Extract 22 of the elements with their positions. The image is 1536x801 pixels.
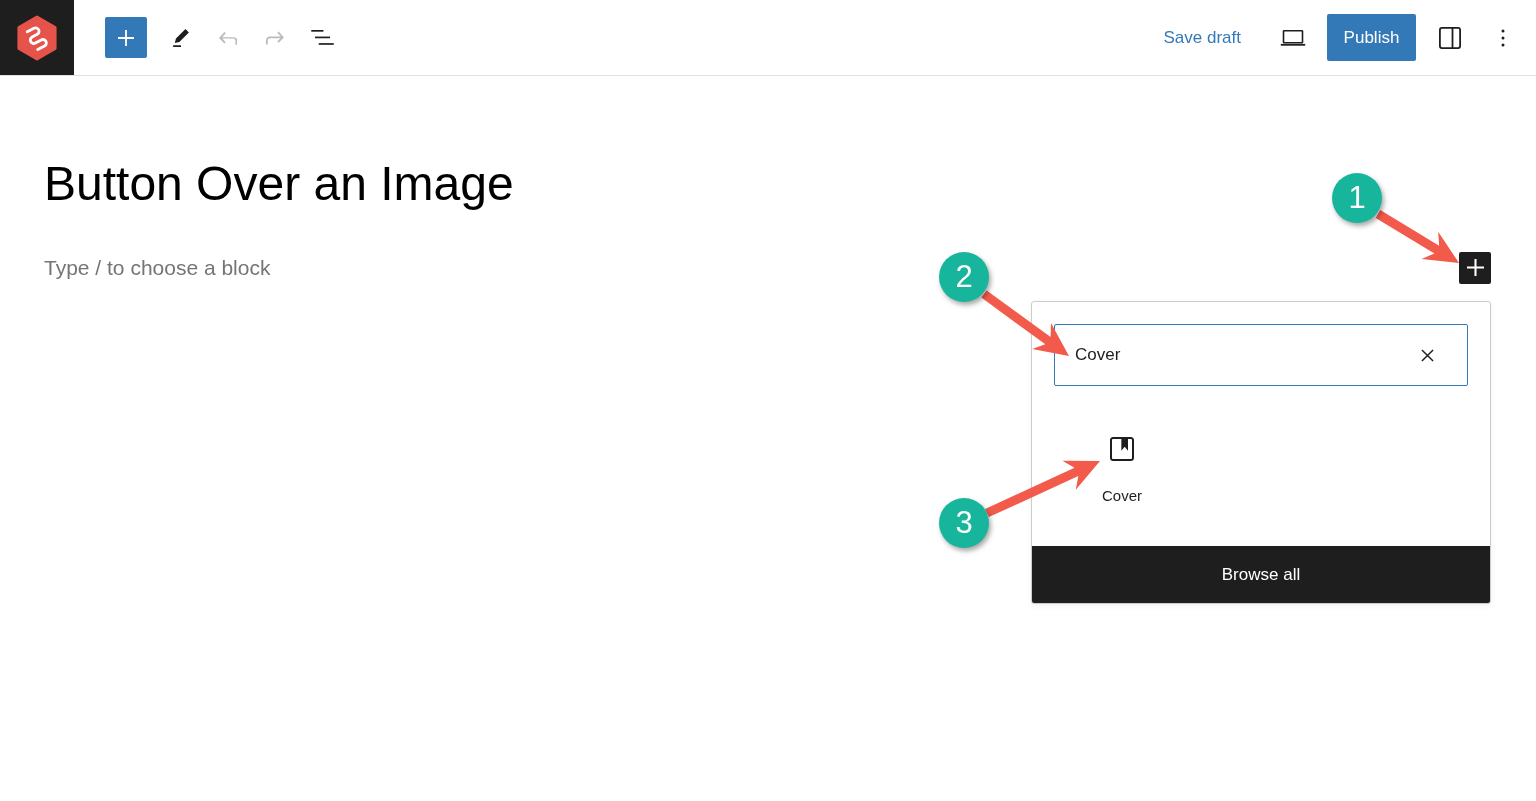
step-marker: 3 bbox=[939, 498, 989, 548]
search-field[interactable]: Cover bbox=[1054, 324, 1468, 386]
step-marker: 2 bbox=[939, 252, 989, 302]
list-view-icon bbox=[310, 30, 334, 45]
paragraph-field[interactable]: Type / to choose a block bbox=[44, 251, 664, 284]
plus-icon bbox=[1466, 259, 1484, 277]
save-draft-button[interactable]: Save draft bbox=[1157, 19, 1247, 56]
close-icon bbox=[1420, 348, 1434, 362]
hexagon-logo-icon bbox=[16, 14, 58, 61]
pencil-icon bbox=[172, 28, 190, 47]
site-logo-button[interactable] bbox=[0, 0, 74, 75]
add-block-button[interactable] bbox=[1459, 251, 1491, 284]
post-title[interactable]: Button Over an Image bbox=[44, 155, 514, 213]
browse-all-button[interactable]: Browse all bbox=[1032, 546, 1490, 603]
sidebar-panel-icon bbox=[1439, 26, 1461, 49]
more-options-icon bbox=[1501, 28, 1505, 47]
plus-icon bbox=[118, 29, 134, 46]
laptop-icon bbox=[1280, 29, 1306, 46]
block-result-item[interactable]: Cover bbox=[1072, 425, 1172, 509]
cover-block-icon bbox=[1110, 437, 1134, 461]
publish-button[interactable]: Publish bbox=[1327, 14, 1416, 61]
step-marker: 1 bbox=[1332, 173, 1382, 223]
